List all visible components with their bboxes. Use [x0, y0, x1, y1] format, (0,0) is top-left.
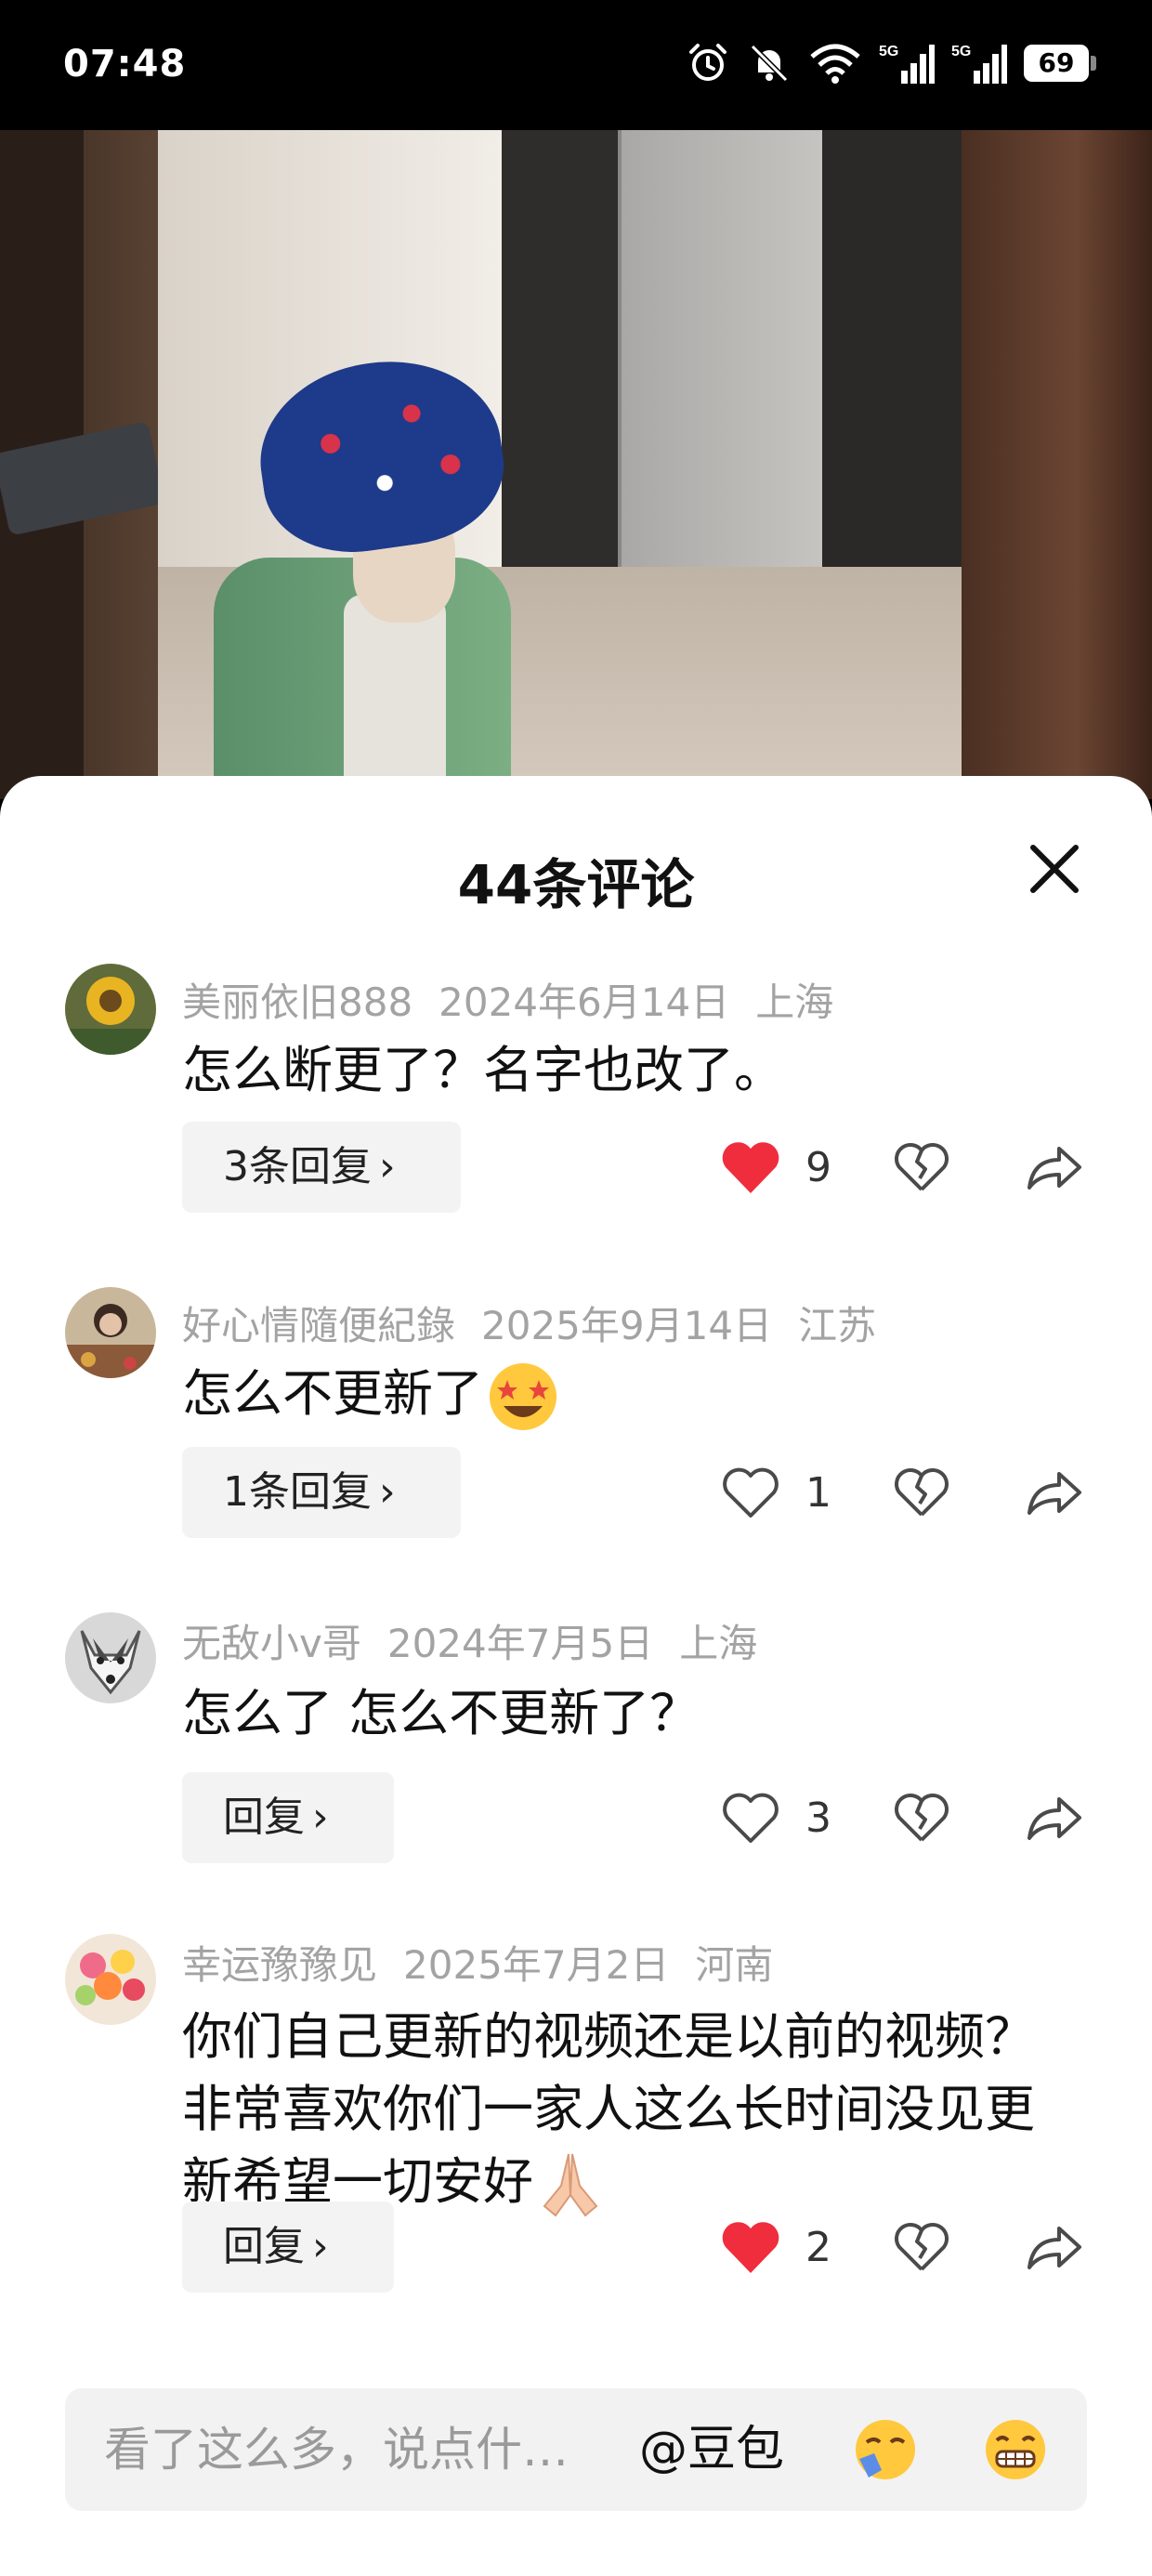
- chevron-right-icon: ›: [312, 2223, 329, 2270]
- share-button[interactable]: [1026, 1447, 1091, 1538]
- comment-text-row: 你们自己更新的视频还是以前的视频？非常喜欢你们一家人这么长时间没见更新希望一切安…: [182, 2001, 1074, 2221]
- reply-label: 回复: [223, 2223, 305, 2270]
- sneezing-emoji-icon[interactable]: [850, 2416, 921, 2483]
- reply-label: 回复: [223, 1794, 305, 1841]
- like-count: 1: [805, 1468, 831, 1517]
- comment-date: 2025年7月2日: [403, 1942, 670, 1988]
- comment-username[interactable]: 幸运豫豫见: [182, 1942, 377, 1988]
- comment-location: 上海: [755, 979, 834, 1025]
- comment-date: 2024年6月14日: [439, 979, 730, 1025]
- chevron-right-icon: ›: [312, 1794, 329, 1841]
- status-icons: 5G 5G 69: [686, 41, 1096, 85]
- share-button[interactable]: [1026, 2201, 1091, 2293]
- like-count: 2: [805, 2223, 831, 2271]
- share-arrow-icon: [1028, 1147, 1081, 1189]
- like-button[interactable]: 3: [720, 1772, 859, 1863]
- comments-panel: 44条评论 美丽依旧888 2024年6月14日 上海 怎么断更了？名字也改了。 3…: [0, 776, 1152, 2576]
- comment-input-bar[interactable]: 看了这么多，说点什… @豆包: [65, 2388, 1087, 2511]
- dislike-button[interactable]: [894, 1772, 959, 1863]
- share-arrow-icon: [1028, 2227, 1081, 2269]
- alarm-icon: [689, 44, 727, 81]
- dislike-button[interactable]: [894, 1122, 959, 1213]
- heart-outline-icon: [723, 1467, 779, 1518]
- comment-text: 怎么不更新了: [182, 1364, 483, 1423]
- share-button[interactable]: [1026, 1772, 1091, 1863]
- status-bar: 07:48 5G 5G 69: [0, 0, 1152, 130]
- comment-text: 怎么了 怎么不更新了？: [182, 1684, 700, 1742]
- avatar[interactable]: [65, 964, 156, 1055]
- avatar[interactable]: [65, 1934, 156, 2025]
- comment-input-placeholder[interactable]: 看了这么多，说点什…: [104, 2388, 569, 2511]
- reply-button[interactable]: 回复 ›: [182, 2201, 394, 2293]
- comment-meta: 美丽依旧888 2024年6月14日 上海: [182, 971, 859, 1028]
- broken-heart-icon: [895, 2223, 949, 2271]
- grinning-emoji-icon[interactable]: [980, 2416, 1051, 2483]
- comment-location: 江苏: [798, 1303, 877, 1348]
- status-time: 07:48: [63, 43, 187, 85]
- comment-meta: 幸运豫豫见 2025年7月2日 河南: [182, 1934, 799, 1991]
- comment-username[interactable]: 好心情隨便紀錄: [182, 1303, 455, 1348]
- comment-location: 河南: [695, 1942, 774, 1988]
- star-struck-emoji-icon: [490, 1363, 556, 1431]
- comment-username[interactable]: 美丽依旧888: [182, 979, 412, 1025]
- share-button[interactable]: [1026, 1122, 1091, 1213]
- mention-button[interactable]: @豆包: [639, 2388, 784, 2511]
- wifi-icon: [810, 44, 860, 84]
- dislike-button[interactable]: [894, 2201, 959, 2293]
- svg-text:5G: 5G: [879, 44, 898, 59]
- view-replies-button[interactable]: 1条回复 ›: [182, 1447, 461, 1538]
- comment-meta: 无敌小v哥 2024年7月5日 上海: [182, 1612, 783, 1669]
- avatar[interactable]: [65, 1287, 156, 1378]
- share-arrow-icon: [1028, 1797, 1081, 1840]
- battery-level: 69: [1024, 45, 1089, 82]
- chevron-right-icon: ›: [379, 1468, 396, 1516]
- like-button[interactable]: 1: [720, 1447, 859, 1538]
- battery-indicator: 69: [1024, 45, 1096, 82]
- signal-icon-1: 5G: [879, 44, 935, 84]
- view-replies-button[interactable]: 3条回复 ›: [182, 1122, 461, 1213]
- like-count: 3: [805, 1794, 831, 1842]
- heart-outline-icon: [723, 1793, 779, 1843]
- avatar[interactable]: [65, 1612, 156, 1703]
- signal-icon-2: 5G: [951, 44, 1007, 84]
- comment-date: 2024年7月5日: [386, 1621, 654, 1666]
- like-button[interactable]: 2: [720, 2201, 859, 2293]
- like-count: 9: [805, 1143, 831, 1191]
- elevator-door-graphic: [618, 130, 822, 585]
- comments-title: 44条评论: [457, 853, 695, 916]
- share-arrow-icon: [1028, 1472, 1081, 1515]
- close-icon[interactable]: [1022, 836, 1087, 901]
- comment-username[interactable]: 无敌小v哥: [182, 1621, 361, 1666]
- comment-location: 上海: [679, 1621, 758, 1666]
- comment-date: 2025年9月14日: [481, 1303, 773, 1348]
- dislike-button[interactable]: [894, 1447, 959, 1538]
- mute-bell-icon: [750, 44, 789, 83]
- reply-label: 3条回复: [223, 1143, 372, 1190]
- comment-text: 怎么断更了？名字也改了。: [182, 1041, 784, 1099]
- broken-heart-icon: [895, 1143, 949, 1191]
- broken-heart-icon: [895, 1468, 949, 1517]
- video-player[interactable]: [0, 130, 1152, 799]
- heart-filled-icon: [722, 2222, 779, 2273]
- chevron-right-icon: ›: [379, 1143, 396, 1190]
- comment-text: 你们自己更新的视频还是以前的视频？非常喜欢你们一家人这么长时间没见更新希望一切安…: [182, 2007, 1035, 2211]
- praying-hands-emoji-icon: [543, 2154, 598, 2217]
- like-button[interactable]: 9: [720, 1122, 859, 1213]
- reply-button[interactable]: 回复 ›: [182, 1772, 394, 1863]
- svg-text:5G: 5G: [951, 44, 971, 59]
- reply-label: 1条回复: [223, 1468, 372, 1516]
- broken-heart-icon: [895, 1794, 949, 1842]
- comment-text-row: 怎么不更新了: [182, 1358, 1074, 1434]
- comment-meta: 好心情隨便紀錄 2025年9月14日 江苏: [182, 1295, 902, 1351]
- heart-filled-icon: [722, 1142, 779, 1193]
